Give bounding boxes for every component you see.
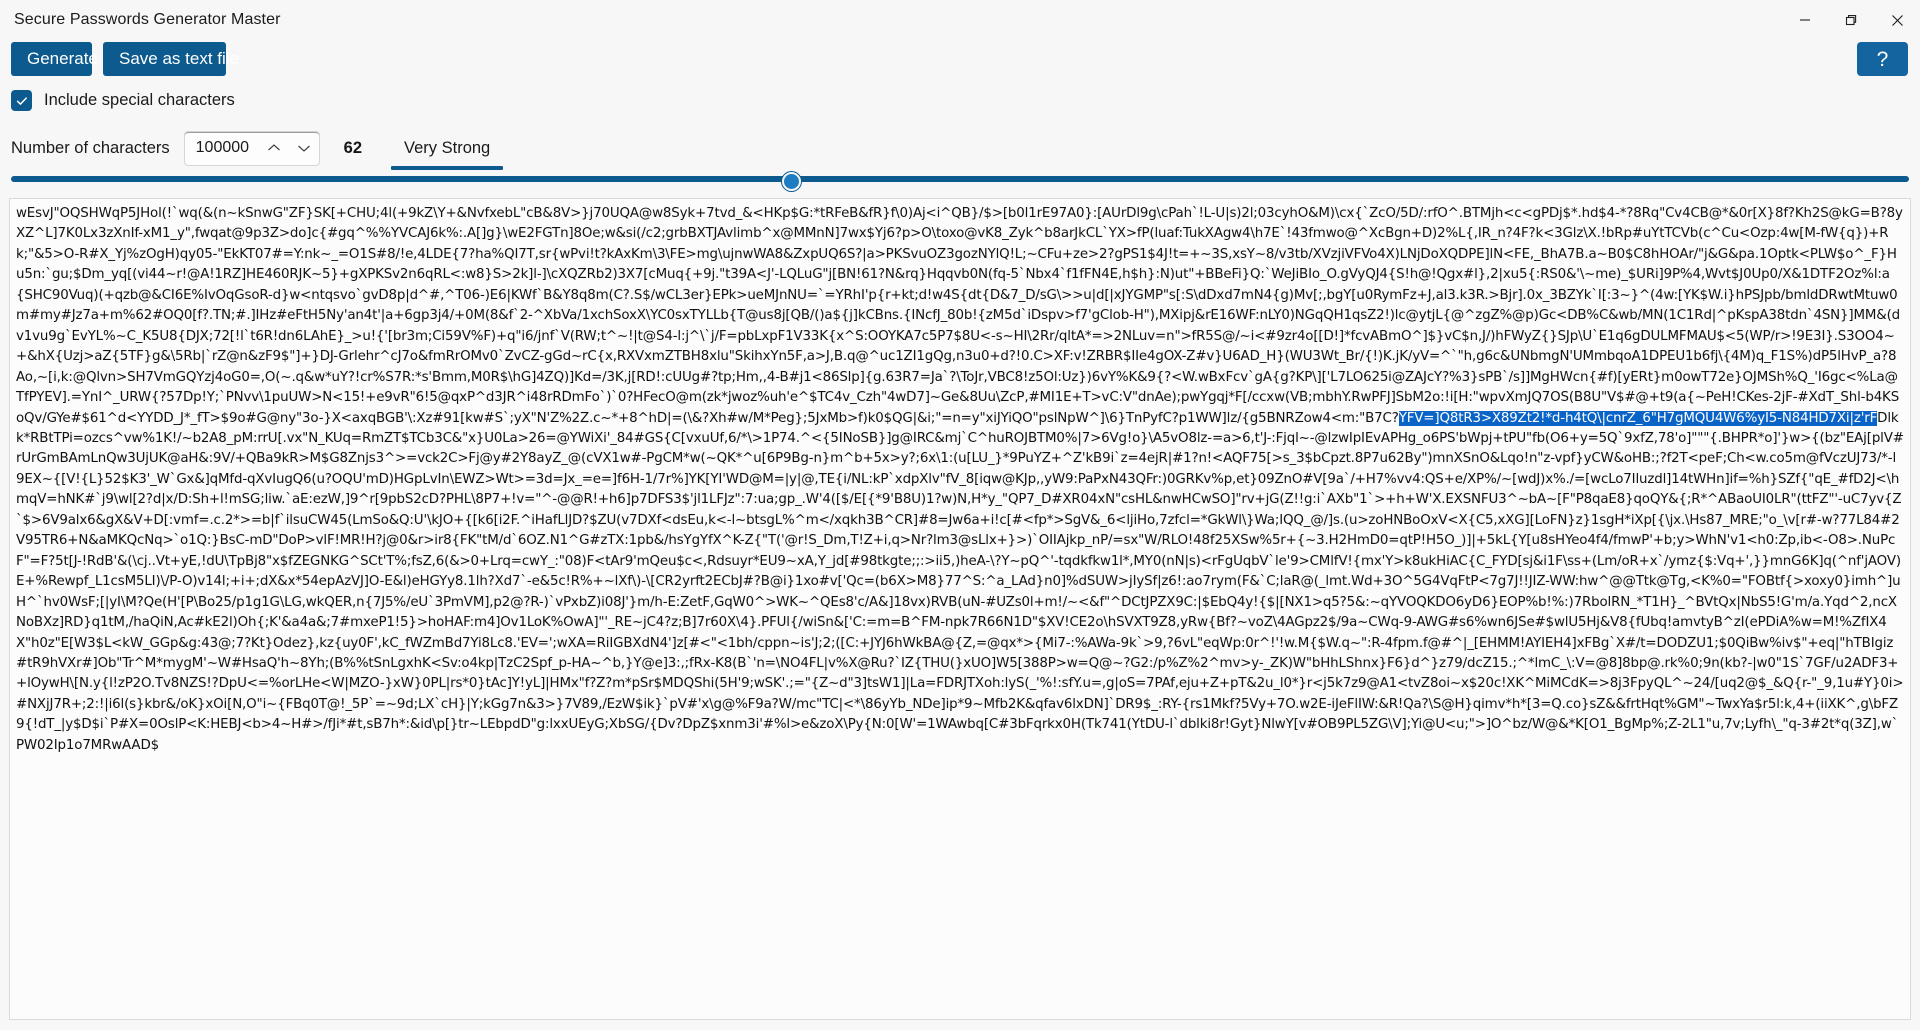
slider-thumb[interactable]: [782, 172, 802, 191]
password-output-text[interactable]: wEsvJ"OQSHWqP5JHol(!`wq(&(n~kSnwG"ZF}SK[…: [16, 204, 1904, 756]
password-output-part2: Dlkk*RBtTPi=ozcs^vw%1K!/~b2A8_pM:rrU[.vx…: [16, 410, 1904, 753]
check-icon: [15, 94, 29, 108]
password-selection: YFV=]Q8tR3>X89Zt2!*d-h4tQ\|cnrZ_6"H7gMQU…: [1398, 410, 1878, 426]
strength-label: Very Strong: [404, 138, 491, 157]
number-of-characters-label: Number of characters: [11, 138, 170, 157]
title-bar: Secure Passwords Generator Master: [0, 0, 1920, 40]
slider-track[interactable]: [11, 176, 1909, 182]
character-count-value: 62: [343, 138, 363, 157]
include-special-characters-row[interactable]: Include special characters: [11, 90, 235, 111]
generate-button[interactable]: Generate: [11, 42, 98, 76]
window-controls: [1782, 0, 1920, 40]
close-icon[interactable]: [1874, 0, 1920, 40]
length-controls-row: Number of characters 100000 62 Very Stro…: [11, 130, 504, 170]
length-slider[interactable]: [11, 170, 1909, 191]
password-output-part1: wEsvJ"OQSHWqP5JHol(!`wq(&(n~kSnwG"ZF}SK[…: [16, 206, 1903, 426]
chevron-down-icon[interactable]: [289, 133, 319, 164]
strength-bar: [391, 165, 504, 170]
chevron-up-icon[interactable]: [259, 133, 289, 164]
restore-icon[interactable]: [1828, 0, 1874, 40]
help-button[interactable]: ?: [1857, 42, 1908, 76]
include-special-characters-checkbox[interactable]: [11, 90, 32, 111]
number-of-characters-input[interactable]: 100000: [185, 139, 259, 157]
window-title: Secure Passwords Generator Master: [14, 11, 281, 28]
password-output-textarea[interactable]: wEsvJ"OQSHWqP5JHol(!`wq(&(n~kSnwG"ZF}SK[…: [9, 198, 1911, 1020]
app-window: Secure Passwords Generator Master Genera…: [0, 0, 1920, 1030]
minimize-icon[interactable]: [1782, 0, 1828, 40]
number-of-characters-stepper[interactable]: 100000: [183, 130, 320, 166]
strength-indicator: Very Strong: [391, 138, 504, 170]
include-special-characters-label: Include special characters: [44, 91, 235, 109]
save-as-text-file-button[interactable]: Save as text file: [103, 42, 239, 76]
